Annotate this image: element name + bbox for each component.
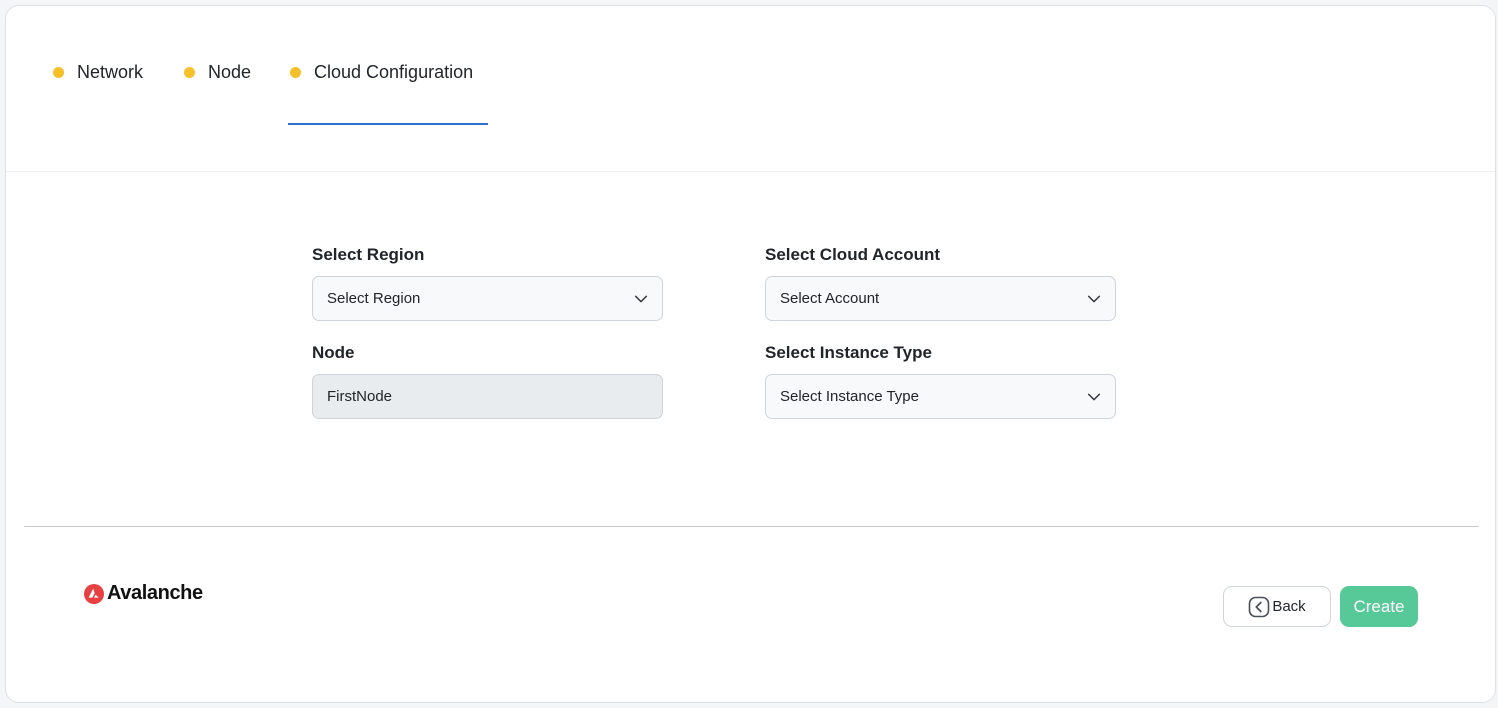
- avalanche-logo: Avalanche: [84, 582, 203, 605]
- back-button[interactable]: Back: [1223, 586, 1331, 627]
- status-dot-icon: [290, 66, 301, 78]
- status-dot-icon: [53, 66, 64, 78]
- tab-label: Network: [77, 61, 144, 82]
- node-name-value: FirstNode: [327, 388, 393, 405]
- footer-divider: [24, 526, 1479, 527]
- tab-cloud-configuration[interactable]: Cloud Configuration: [290, 60, 473, 84]
- instance-type-select[interactable]: Select Instance Type: [765, 374, 1116, 419]
- tab-label: Cloud Configuration: [314, 61, 474, 82]
- tab-label: Node: [208, 61, 252, 82]
- create-button-label: Create: [1353, 596, 1405, 616]
- logo-text: Avalanche: [107, 582, 203, 604]
- step-tabs: Network Node Cloud Configuration: [6, 6, 1495, 172]
- instance-type-select-value: Select Instance Type: [780, 388, 919, 405]
- cloud-account-label: Select Cloud Account: [765, 245, 941, 264]
- wizard-card: Network Node Cloud Configuration Select …: [5, 5, 1496, 703]
- region-label: Select Region: [312, 245, 425, 264]
- cloud-account-select[interactable]: Select Account: [765, 276, 1116, 321]
- avalanche-logo-icon: [84, 583, 104, 604]
- chevron-down-icon: [1087, 295, 1101, 302]
- chevron-down-icon: [1087, 393, 1101, 400]
- tab-node[interactable]: Node: [184, 60, 251, 84]
- node-label: Node: [312, 343, 355, 362]
- back-button-label: Back: [1272, 598, 1306, 615]
- status-dot-icon: [184, 66, 195, 78]
- active-tab-indicator: [288, 123, 488, 125]
- instance-type-label: Select Instance Type: [765, 343, 932, 362]
- cloud-account-select-value: Select Account: [780, 290, 880, 307]
- chevron-left-circle-icon: [1249, 596, 1270, 617]
- chevron-down-icon: [634, 295, 648, 302]
- region-select[interactable]: Select Region: [312, 276, 663, 321]
- tab-network[interactable]: Network: [53, 60, 143, 84]
- create-button[interactable]: Create: [1340, 586, 1418, 627]
- region-select-value: Select Region: [327, 290, 421, 307]
- node-name-field[interactable]: FirstNode: [312, 374, 663, 419]
